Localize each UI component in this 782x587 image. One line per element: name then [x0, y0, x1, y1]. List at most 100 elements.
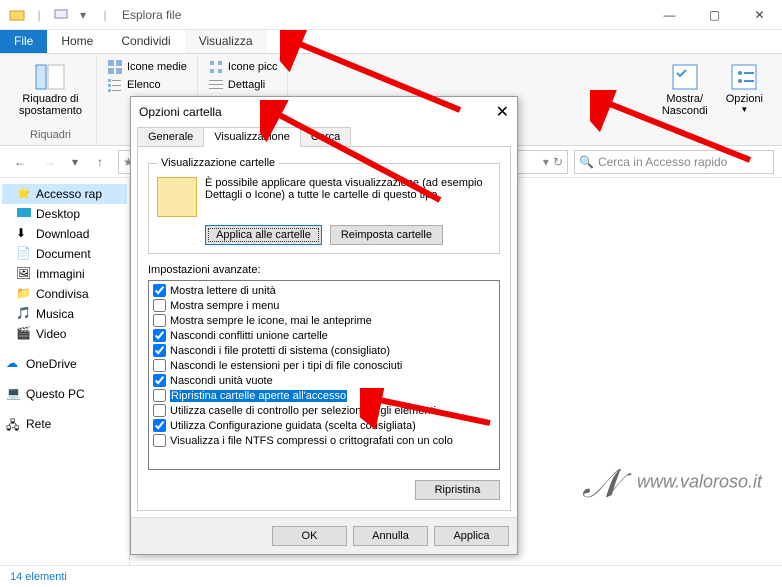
status-bar: 14 elementi	[0, 565, 782, 587]
watermark-text: www.valoroso.it	[637, 472, 762, 492]
tree-video[interactable]: 🎬Video	[2, 324, 127, 344]
advanced-setting-item[interactable]: Mostra sempre le icone, mai le anteprime	[151, 313, 497, 328]
setting-label: Utilizza caselle di controllo per selezi…	[170, 405, 436, 417]
icone-medie-button[interactable]: Icone medie	[105, 58, 189, 76]
restore-defaults-button[interactable]: Ripristina	[415, 480, 500, 500]
setting-checkbox[interactable]	[153, 419, 166, 432]
dtab-visualizzazione[interactable]: Visualizzazione	[203, 127, 301, 147]
refresh-icon[interactable]: ↻	[553, 155, 563, 169]
advanced-setting-item[interactable]: Ripristina cartelle aperte all'accesso	[151, 388, 497, 403]
tab-visualizza[interactable]: Visualizza	[185, 30, 267, 53]
nav-pane-label: Riquadro di spostamento	[19, 93, 82, 117]
chevron-down-icon[interactable]: ▾	[543, 155, 549, 169]
dtab-generale[interactable]: Generale	[137, 127, 204, 147]
tree-musica[interactable]: 🎵Musica	[2, 304, 127, 324]
grid-icon	[107, 59, 123, 75]
setting-label: Mostra sempre i menu	[170, 300, 279, 312]
advanced-setting-item[interactable]: Mostra sempre i menu	[151, 298, 497, 313]
setting-label: Nascondi unità vuote	[170, 375, 273, 387]
setting-checkbox[interactable]	[153, 374, 166, 387]
advanced-setting-item[interactable]: Mostra lettere di unità	[151, 283, 497, 298]
setting-label: Nascondi le estensioni per i tipi di fil…	[170, 360, 402, 372]
advanced-setting-item[interactable]: Utilizza caselle di controllo per selezi…	[151, 403, 497, 418]
setting-checkbox[interactable]	[153, 314, 166, 327]
qat-dropdown-icon[interactable]	[50, 4, 72, 26]
setting-label: Visualizza i file NTFS compressi o critt…	[170, 435, 453, 447]
watermark-logo: 𝒩	[582, 461, 620, 506]
folder-options-dialog: Opzioni cartella ✕ Generale Visualizzazi…	[130, 96, 518, 555]
advanced-setting-item[interactable]: Nascondi i file protetti di sistema (con…	[151, 343, 497, 358]
group-riquadri-label: Riquadri	[13, 129, 88, 143]
advanced-label: Impostazioni avanzate:	[148, 264, 500, 276]
advanced-setting-item[interactable]: Utilizza Configurazione guidata (scelta …	[151, 418, 497, 433]
advanced-settings-list[interactable]: Mostra lettere di unità Mostra sempre i m…	[148, 280, 500, 470]
setting-label: Ripristina cartelle aperte all'accesso	[170, 390, 347, 402]
tree-immagini[interactable]: 🖼Immagini	[2, 264, 127, 284]
back-button[interactable]: ←	[8, 150, 32, 174]
tree-accesso-rapido[interactable]: ⭐Accesso rap	[2, 184, 127, 204]
maximize-button[interactable]: ▢	[692, 0, 737, 30]
dettagli-label: Dettagli	[228, 79, 265, 91]
setting-checkbox[interactable]	[153, 434, 166, 447]
search-box[interactable]: 🔍 Cerca in Accesso rapido	[574, 150, 774, 174]
icone-piccole-button[interactable]: Icone picc	[206, 58, 280, 76]
dialog-titlebar: Opzioni cartella ✕	[131, 97, 517, 127]
tab-condividi[interactable]: Condividi	[107, 30, 184, 53]
close-button[interactable]: ✕	[737, 0, 782, 30]
tree-documenti[interactable]: 📄Document	[2, 244, 127, 264]
tab-home[interactable]: Home	[47, 30, 107, 53]
dtab-cerca[interactable]: Cerca	[300, 127, 351, 147]
nav-pane-icon	[34, 61, 66, 93]
advanced-setting-item[interactable]: Nascondi conflitti unione cartelle	[151, 328, 497, 343]
elenco-label: Elenco	[127, 79, 161, 91]
apply-button[interactable]: Applica	[434, 526, 509, 546]
checklist-icon	[669, 61, 701, 93]
tree-questopc[interactable]: 💻Questo PC	[2, 384, 127, 404]
setting-checkbox[interactable]	[153, 359, 166, 372]
opzioni-label: Opzioni	[726, 93, 763, 105]
advanced-setting-item[interactable]: Nascondi unità vuote	[151, 373, 497, 388]
search-icon: 🔍	[579, 155, 594, 169]
chevron-down-icon: ▼	[740, 105, 748, 114]
nav-pane-button[interactable]: Riquadro di spostamento	[13, 58, 88, 120]
setting-checkbox[interactable]	[153, 284, 166, 297]
dettagli-button[interactable]: Dettagli	[206, 76, 280, 94]
setting-checkbox[interactable]	[153, 404, 166, 417]
fieldset-text: È possibile applicare questa visualizzaz…	[205, 177, 491, 201]
tree-download[interactable]: ⬇Download	[2, 224, 127, 244]
folder-view-fieldset: Visualizzazione cartelle È possibile app…	[148, 157, 500, 254]
up-button[interactable]: ↑	[88, 150, 112, 174]
elenco-button[interactable]: Elenco	[105, 76, 189, 94]
forward-button[interactable]: →	[38, 150, 62, 174]
watermark: 𝒩 www.valoroso.it	[582, 460, 762, 507]
tree-desktop[interactable]: Desktop	[2, 204, 127, 224]
dialog-close-button[interactable]: ✕	[496, 102, 509, 122]
dialog-title: Opzioni cartella	[139, 105, 222, 119]
minimize-button[interactable]: —	[647, 0, 692, 30]
icone-medie-label: Icone medie	[127, 61, 187, 73]
reset-folders-button[interactable]: Reimposta cartelle	[330, 225, 443, 245]
pictures-icon: 🖼	[16, 266, 32, 282]
dialog-tabs: Generale Visualizzazione Cerca	[131, 127, 517, 147]
recent-dropdown[interactable]: ▾	[68, 150, 82, 174]
opzioni-button[interactable]: Opzioni ▼	[720, 58, 769, 120]
tab-file[interactable]: File	[0, 30, 47, 53]
search-placeholder: Cerca in Accesso rapido	[598, 155, 727, 169]
advanced-setting-item[interactable]: Nascondi le estensioni per i tipi di fil…	[151, 358, 497, 373]
icone-piccole-label: Icone picc	[228, 61, 278, 73]
mostra-nascondi-button[interactable]: Mostra/ Nascondi	[656, 58, 714, 120]
cancel-button[interactable]: Annulla	[353, 526, 428, 546]
ok-button[interactable]: OK	[272, 526, 347, 546]
setting-checkbox[interactable]	[153, 344, 166, 357]
tree-condivisa[interactable]: 📁Condivisa	[2, 284, 127, 304]
nav-tree[interactable]: ⭐Accesso rap Desktop ⬇Download 📄Document…	[0, 178, 130, 565]
setting-checkbox[interactable]	[153, 299, 166, 312]
tree-rete[interactable]: 🖧Rete	[2, 414, 127, 434]
advanced-setting-item[interactable]: Visualizza i file NTFS compressi o critt…	[151, 433, 497, 448]
setting-checkbox[interactable]	[153, 389, 166, 402]
apply-to-folders-button[interactable]: Applica alle cartelle	[205, 225, 322, 245]
fieldset-legend: Visualizzazione cartelle	[157, 157, 279, 169]
chevron-down-icon[interactable]: ▾	[72, 4, 94, 26]
tree-onedrive[interactable]: ☁OneDrive	[2, 354, 127, 374]
setting-checkbox[interactable]	[153, 329, 166, 342]
